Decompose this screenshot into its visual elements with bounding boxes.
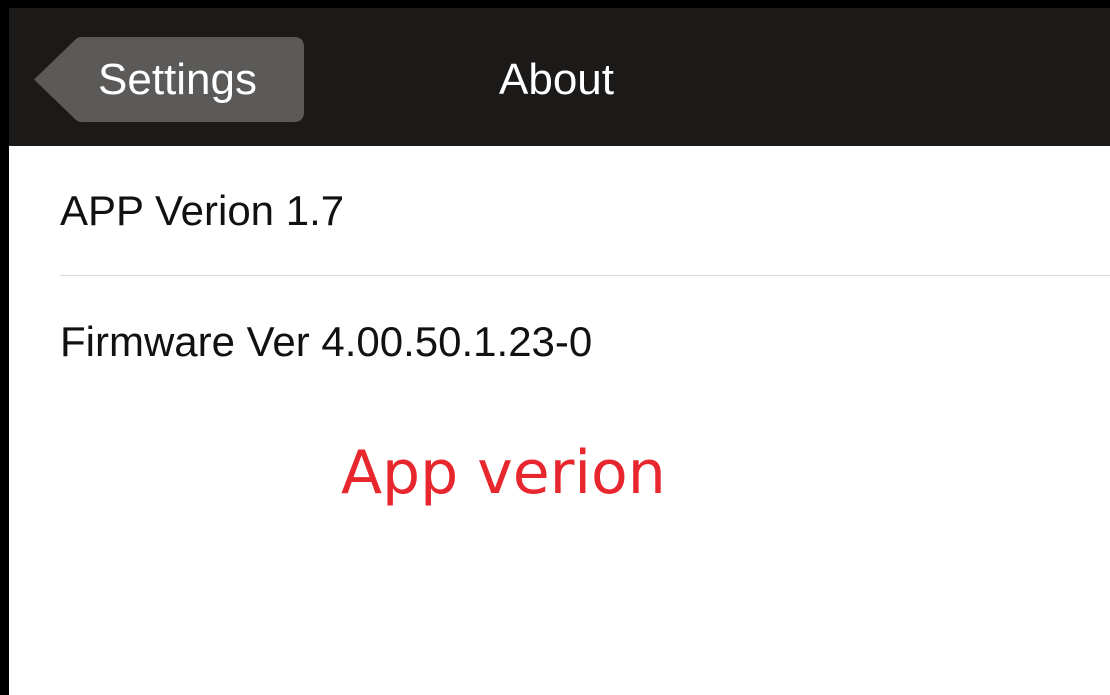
list-item-firmware-version: Firmware Ver 4.00.50.1.23-0 xyxy=(9,276,1110,408)
navigation-bar: Settings About xyxy=(9,8,1110,146)
page-title: About xyxy=(499,55,614,104)
firmware-version-label: Firmware Ver 4.00.50.1.23-0 xyxy=(60,318,593,365)
list-item-app-version: APP Verion 1.7 xyxy=(9,146,1110,275)
annotation-text: App verion xyxy=(341,438,666,508)
back-button-label: Settings xyxy=(98,55,257,104)
app-version-label: APP Verion 1.7 xyxy=(60,187,345,234)
about-screen: Settings About APP Verion 1.7 Firmware V… xyxy=(0,0,1110,695)
about-list: APP Verion 1.7 Firmware Ver 4.00.50.1.23… xyxy=(9,146,1110,408)
